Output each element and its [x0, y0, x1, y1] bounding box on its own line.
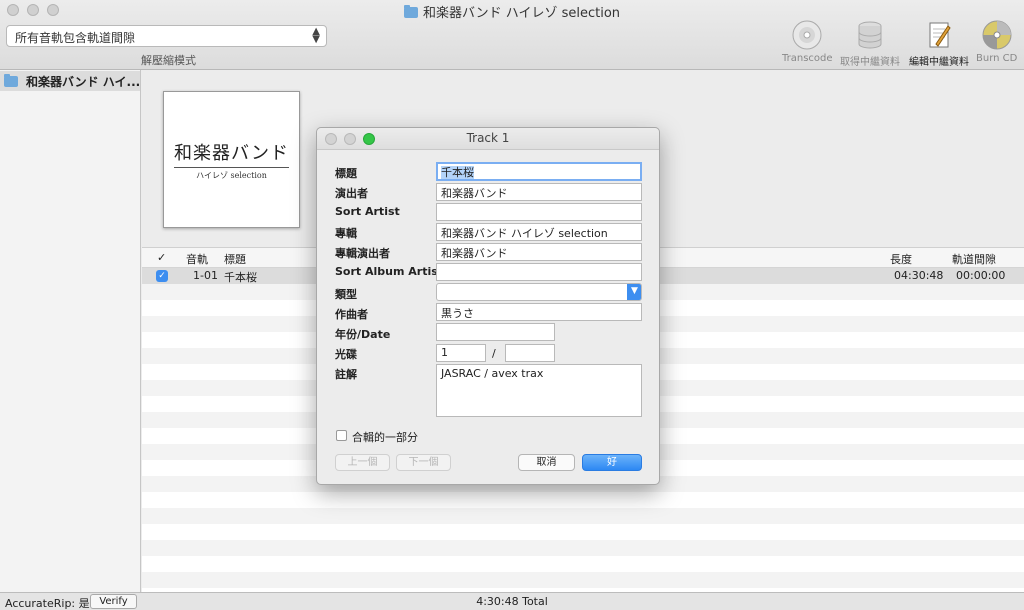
composer-field[interactable]: 黒うさ	[436, 303, 642, 321]
edit-metadata-button[interactable]: 編輯中繼資料	[909, 20, 969, 68]
edit-notes-icon	[929, 22, 951, 48]
disc-separator: /	[492, 347, 496, 360]
next-track-button[interactable]: 下一個	[396, 454, 451, 471]
composer-label: 作曲者	[335, 308, 368, 321]
dialog-title: Track 1	[466, 131, 510, 145]
cancel-button[interactable]: 取消	[518, 454, 575, 471]
chevron-down-icon[interactable]: ▼	[627, 284, 641, 300]
ok-button[interactable]: 好	[582, 454, 642, 471]
compilation-label: 合輯的一部分	[352, 431, 418, 444]
folder-icon	[4, 74, 18, 87]
empty-row	[142, 572, 1024, 588]
track-title: 千本桜	[224, 271, 257, 284]
track-metadata-dialog: Track 1 標題 千本桜 演出者 和楽器バンド Sort Artist 專輯…	[316, 127, 660, 485]
track-checkbox[interactable]: ✓	[156, 270, 168, 282]
empty-row	[142, 556, 1024, 572]
title-field[interactable]: 千本桜	[436, 162, 642, 181]
comment-textarea[interactable]: JASRAC / avex trax	[436, 364, 642, 417]
album-artist-field[interactable]: 和楽器バンド	[436, 243, 642, 261]
empty-row	[142, 540, 1024, 556]
folder-icon	[403, 5, 418, 18]
fetch-metadata-button[interactable]: 取得中繼資料	[840, 20, 900, 68]
album-art-logo: 和楽器バンド	[174, 139, 289, 168]
disc-total-field[interactable]	[505, 344, 555, 362]
year-label: 年份/Date	[335, 328, 391, 341]
select-arrows-icon: ▲ ▼	[312, 26, 320, 45]
genre-label: 類型	[335, 288, 357, 301]
gap-column-header[interactable]: 軌道間隙	[952, 251, 996, 267]
status-bar: AccurateRip: 是 Verify 4:30:48 Total	[0, 592, 1024, 610]
sort-artist-field[interactable]	[436, 203, 642, 221]
sidebar-item-album[interactable]: 和楽器バンド ハイ...	[0, 71, 140, 91]
title-label: 標題	[335, 167, 357, 180]
burn-cd-button[interactable]: Burn CD	[976, 20, 1017, 64]
title-column-header[interactable]: 標題	[224, 251, 246, 267]
track-length: 04:30:48	[894, 269, 944, 282]
check-column-header[interactable]: ✓	[157, 251, 166, 264]
length-column-header[interactable]: 長度	[890, 251, 912, 267]
album-label: 專輯	[335, 227, 357, 240]
compilation-checkbox[interactable]	[336, 430, 347, 441]
burn-disc-icon	[982, 20, 1012, 50]
track-filter-select[interactable]: 所有音軌包含軌道間隙 ▲ ▼	[6, 25, 327, 47]
disc-label: 光碟	[335, 348, 357, 361]
comment-label: 註解	[335, 368, 357, 381]
sidebar: 和楽器バンド ハイ...	[0, 70, 141, 592]
track-number: 1-01	[193, 269, 218, 282]
database-icon	[858, 21, 882, 49]
album-art-subtitle: ハイレゾ selection	[196, 170, 267, 180]
track-column-header[interactable]: 音軌	[186, 251, 208, 267]
album-art[interactable]: 和楽器バンド ハイレゾ selection	[163, 91, 300, 228]
sort-album-artist-field[interactable]	[436, 263, 642, 281]
empty-row	[142, 492, 1024, 508]
window-title: 和楽器バンド ハイレゾ selection	[0, 2, 1024, 21]
cd-disc-icon	[792, 20, 822, 50]
empty-row	[142, 524, 1024, 540]
artist-label: 演出者	[335, 187, 368, 200]
track-gap: 00:00:00	[956, 269, 1006, 282]
empty-row	[142, 508, 1024, 524]
year-field[interactable]	[436, 323, 555, 341]
window-toolbar: 和楽器バンド ハイレゾ selection 所有音軌包含軌道間隙 ▲ ▼ 解壓縮模…	[0, 0, 1024, 70]
dialog-titlebar: Track 1	[317, 128, 659, 150]
artist-field[interactable]: 和楽器バンド	[436, 183, 642, 201]
previous-track-button[interactable]: 上一個	[335, 454, 390, 471]
disc-number-field[interactable]: 1	[436, 344, 486, 362]
transcode-button[interactable]: Transcode	[782, 20, 833, 64]
sort-artist-label: Sort Artist	[335, 205, 400, 218]
sort-album-artist-label: Sort Album Artist	[335, 265, 444, 278]
unzip-mode-label: 解壓縮模式	[141, 54, 196, 67]
total-duration: 4:30:48 Total	[476, 595, 548, 608]
genre-combobox[interactable]: ▼	[436, 283, 642, 301]
album-artist-label: 專輯演出者	[335, 247, 390, 260]
album-field[interactable]: 和楽器バンド ハイレゾ selection	[436, 223, 642, 241]
